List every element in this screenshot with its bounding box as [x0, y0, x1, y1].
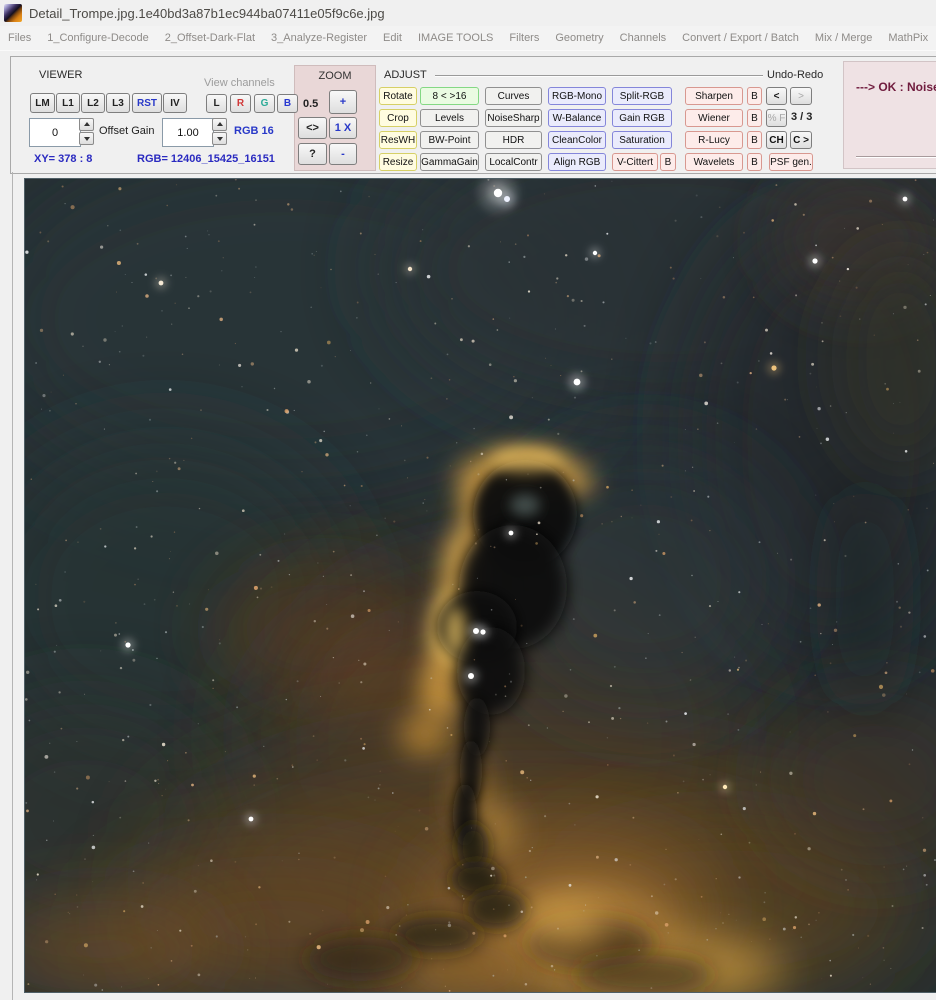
adjust-button-saturation[interactable]: Saturation — [612, 131, 672, 149]
offset-input[interactable]: 0 — [29, 118, 81, 147]
window-titlebar[interactable]: Detail_Trompe.jpg.1e40bd3a87b1ec944ba074… — [0, 0, 936, 26]
menu-item-geometry[interactable]: Geometry — [547, 32, 611, 44]
adjust-button-resize[interactable]: Resize — [379, 153, 417, 171]
adjust-button-gammagain[interactable]: GammaGain — [420, 153, 479, 171]
adjust-button-align-rgb[interactable]: Align RGB — [548, 153, 606, 171]
channel-button-b[interactable]: B — [277, 94, 298, 113]
zoom-fit-button[interactable]: <> — [298, 117, 327, 139]
channel-button-g[interactable]: G — [254, 94, 275, 113]
adjust-button-gain-rgb[interactable]: Gain RGB — [612, 109, 672, 127]
offset-stepper[interactable] — [79, 118, 94, 145]
adjust-divider — [435, 75, 763, 77]
menu-item-edit[interactable]: Edit — [375, 32, 410, 44]
adjust-button-bw-point[interactable]: BW-Point — [420, 131, 479, 149]
gain-stepper[interactable] — [212, 118, 227, 145]
offset-step-up-icon[interactable] — [79, 118, 94, 131]
undo-redo-section-label: Undo-Redo — [767, 69, 824, 81]
toolbar-panel: VIEWER View channels 0 Offset Gain 1.00 … — [10, 56, 936, 174]
viewer-button-l2[interactable]: L2 — [81, 93, 105, 113]
gain-step-up-icon[interactable] — [212, 118, 227, 131]
zoom-panel: ZOOM 0.5 + <> 1 X ? - — [294, 65, 376, 171]
menu-bar: Files 1_Configure-Decode 2_Offset-Dark-Fla… — [0, 26, 936, 51]
adjust-button-noisesharp[interactable]: NoiseSharp — [485, 109, 542, 127]
adjust-button-v-cittert[interactable]: V-Cittert — [612, 153, 658, 171]
rgb-mode-label: RGB 16 — [234, 125, 274, 137]
menu-item-1-configure-decode[interactable]: 1_Configure-Decode — [39, 32, 157, 44]
adjust-button-b[interactable]: B — [747, 153, 762, 171]
adjust-button-b[interactable]: B — [660, 153, 676, 171]
zoom-help-button[interactable]: ? — [298, 143, 327, 165]
adjust-button-rotate[interactable]: Rotate — [379, 87, 417, 105]
nebula-clouds — [25, 179, 936, 992]
zoom-1x-button[interactable]: 1 X — [329, 117, 357, 139]
undo-redo-button-b[interactable]: < — [766, 87, 787, 105]
viewer-button-iv[interactable]: IV — [163, 93, 187, 113]
adjust-button-rgb-mono[interactable]: RGB-Mono — [548, 87, 606, 105]
adjust-button-wavelets[interactable]: Wavelets — [685, 153, 743, 171]
channel-button-r[interactable]: R — [230, 94, 251, 113]
menu-item-2-offset-dark-flat[interactable]: 2_Offset-Dark-Flat — [157, 32, 263, 44]
adjust-button-w-balance[interactable]: W-Balance — [548, 109, 606, 127]
status-message: ---> OK : Noise an — [856, 80, 936, 94]
app-icon — [4, 4, 22, 22]
adjust-button-b[interactable]: B — [747, 131, 762, 149]
undo-redo-button-f: % F — [766, 109, 787, 127]
adjust-button-wiener[interactable]: Wiener — [685, 109, 743, 127]
adjust-button-reswh[interactable]: ResWH — [379, 131, 417, 149]
menu-item-3-analyze-register[interactable]: 3_Analyze-Register — [263, 32, 375, 44]
adjust-button-cleancolor[interactable]: CleanColor — [548, 131, 606, 149]
image-viewport[interactable] — [24, 178, 936, 993]
zoom-out-button[interactable]: - — [329, 143, 357, 165]
view-channels-label: View channels — [204, 77, 275, 89]
gain-input[interactable]: 1.00 — [162, 118, 214, 147]
adjust-button-b[interactable]: B — [747, 87, 762, 105]
zoom-in-button[interactable]: + — [329, 90, 357, 114]
offset-step-down-icon[interactable] — [79, 132, 94, 145]
menu-item-mix-merge[interactable]: Mix / Merge — [807, 32, 880, 44]
menu-item-channels[interactable]: Channels — [612, 32, 674, 44]
adjust-button-8-16[interactable]: 8 < >16 — [420, 87, 479, 105]
undo-redo-button-ch[interactable]: CH — [766, 131, 787, 149]
menu-item-files[interactable]: Files — [0, 32, 39, 44]
adjust-button-sharpen[interactable]: Sharpen — [685, 87, 743, 105]
status-panel: ---> OK : Noise an — [843, 61, 936, 169]
undo-redo-button-b: > — [790, 87, 812, 105]
undo-redo-counter: 3 / 3 — [791, 111, 813, 123]
menu-item-mathpix[interactable]: MathPix — [880, 32, 936, 44]
adjust-button-r-lucy[interactable]: R-Lucy — [685, 131, 743, 149]
viewer-button-l3[interactable]: L3 — [106, 93, 130, 113]
rgb-readout: RGB= 12406_15425_16151 — [137, 153, 275, 165]
viewer-button-lm[interactable]: LM — [30, 93, 55, 113]
window-title: Detail_Trompe.jpg.1e40bd3a87b1ec944ba074… — [29, 5, 385, 21]
adjust-button-crop[interactable]: Crop — [379, 109, 417, 127]
viewer-section-label: VIEWER — [39, 69, 83, 81]
zoom-level-value: 0.5 — [303, 98, 319, 110]
panel-seam — [12, 172, 13, 1000]
xy-readout: XY= 378 : 8 — [34, 153, 93, 165]
menu-item-image-tools[interactable]: IMAGE TOOLS — [410, 32, 501, 44]
adjust-button-split-rgb[interactable]: Split-RGB — [612, 87, 672, 105]
channel-button-l[interactable]: L — [206, 94, 227, 113]
adjust-button-psf-gen[interactable]: PSF gen. — [769, 153, 813, 171]
offset-gain-label: Offset Gain — [99, 125, 155, 137]
nebula-image — [25, 179, 936, 992]
adjust-button-hdr[interactable]: HDR — [485, 131, 542, 149]
undo-redo-button-c[interactable]: C > — [790, 131, 812, 149]
adjust-button-levels[interactable]: Levels — [420, 109, 479, 127]
zoom-section-label: ZOOM — [318, 70, 352, 82]
adjust-button-localcontr[interactable]: LocalContr — [485, 153, 542, 171]
status-divider — [856, 156, 936, 158]
adjust-button-curves[interactable]: Curves — [485, 87, 542, 105]
adjust-button-b[interactable]: B — [747, 109, 762, 127]
menu-item-convert-export-batch[interactable]: Convert / Export / Batch — [674, 32, 807, 44]
viewer-button-rst[interactable]: RST — [132, 93, 162, 113]
gain-step-down-icon[interactable] — [212, 132, 227, 145]
menu-item-filters[interactable]: Filters — [501, 32, 547, 44]
viewer-button-l1[interactable]: L1 — [56, 93, 80, 113]
adjust-section-label: ADJUST — [384, 69, 427, 81]
